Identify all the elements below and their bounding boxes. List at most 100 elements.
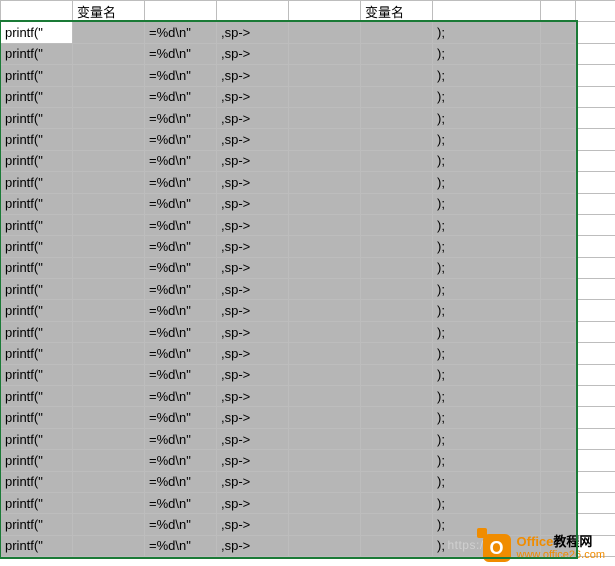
cell[interactable]: printf(" bbox=[1, 514, 73, 535]
cell[interactable]: ); bbox=[433, 386, 541, 407]
cell[interactable] bbox=[361, 407, 433, 428]
cell[interactable]: ); bbox=[433, 450, 541, 471]
cell[interactable]: =%d\n" bbox=[145, 428, 217, 449]
cell[interactable] bbox=[289, 236, 361, 257]
cell[interactable]: ); bbox=[433, 236, 541, 257]
cell[interactable]: =%d\n" bbox=[145, 107, 217, 128]
cell[interactable]: printf(" bbox=[1, 193, 73, 214]
cell[interactable] bbox=[541, 492, 576, 513]
cell[interactable] bbox=[73, 193, 145, 214]
cell[interactable] bbox=[576, 321, 615, 342]
cell[interactable]: ,sp-> bbox=[217, 450, 289, 471]
cell[interactable]: printf(" bbox=[1, 492, 73, 513]
cell[interactable]: =%d\n" bbox=[145, 236, 217, 257]
cell[interactable]: =%d\n" bbox=[145, 65, 217, 86]
cell[interactable] bbox=[576, 65, 615, 86]
cell[interactable] bbox=[289, 471, 361, 492]
cell[interactable] bbox=[73, 279, 145, 300]
cell[interactable] bbox=[289, 428, 361, 449]
cell[interactable] bbox=[73, 343, 145, 364]
header-varname-1[interactable]: 变量名 bbox=[73, 1, 145, 22]
cell[interactable]: ,sp-> bbox=[217, 214, 289, 235]
cell[interactable] bbox=[361, 535, 433, 556]
cell[interactable]: ,sp-> bbox=[217, 279, 289, 300]
cell[interactable] bbox=[289, 193, 361, 214]
cell[interactable]: ); bbox=[433, 214, 541, 235]
cell[interactable]: ); bbox=[433, 343, 541, 364]
cell[interactable] bbox=[73, 129, 145, 150]
header-varname-2[interactable]: 变量名 bbox=[361, 1, 433, 22]
cell[interactable] bbox=[73, 450, 145, 471]
cell[interactable]: ,sp-> bbox=[217, 150, 289, 171]
cell[interactable]: ,sp-> bbox=[217, 514, 289, 535]
cell[interactable]: =%d\n" bbox=[145, 129, 217, 150]
cell[interactable] bbox=[576, 407, 615, 428]
cell[interactable] bbox=[73, 386, 145, 407]
cell[interactable]: printf(" bbox=[1, 172, 73, 193]
cell[interactable] bbox=[73, 172, 145, 193]
cell[interactable]: printf(" bbox=[1, 129, 73, 150]
cell[interactable] bbox=[576, 428, 615, 449]
cell[interactable] bbox=[73, 22, 145, 43]
cell[interactable] bbox=[361, 129, 433, 150]
cell[interactable]: ,sp-> bbox=[217, 65, 289, 86]
cell[interactable] bbox=[361, 236, 433, 257]
cell[interactable]: printf(" bbox=[1, 386, 73, 407]
cell[interactable] bbox=[289, 43, 361, 64]
cell[interactable] bbox=[541, 321, 576, 342]
cell[interactable] bbox=[541, 471, 576, 492]
cell[interactable]: ,sp-> bbox=[217, 193, 289, 214]
cell[interactable] bbox=[361, 150, 433, 171]
cell[interactable] bbox=[576, 386, 615, 407]
cell[interactable]: printf(" bbox=[1, 471, 73, 492]
cell[interactable]: ); bbox=[433, 193, 541, 214]
cell[interactable]: ); bbox=[433, 172, 541, 193]
cell[interactable] bbox=[73, 428, 145, 449]
cell[interactable]: =%d\n" bbox=[145, 450, 217, 471]
cell[interactable]: ); bbox=[433, 150, 541, 171]
cell[interactable]: =%d\n" bbox=[145, 514, 217, 535]
cell[interactable] bbox=[576, 129, 615, 150]
cell[interactable] bbox=[541, 428, 576, 449]
cell[interactable] bbox=[541, 236, 576, 257]
cell[interactable] bbox=[361, 257, 433, 278]
cell[interactable] bbox=[541, 107, 576, 128]
cell[interactable] bbox=[541, 386, 576, 407]
cell[interactable]: ); bbox=[433, 407, 541, 428]
cell[interactable]: ,sp-> bbox=[217, 172, 289, 193]
cell[interactable]: printf(" bbox=[1, 407, 73, 428]
cell[interactable]: ); bbox=[433, 279, 541, 300]
cell[interactable] bbox=[541, 150, 576, 171]
cell[interactable] bbox=[576, 214, 615, 235]
cell[interactable]: ,sp-> bbox=[217, 321, 289, 342]
cell[interactable]: ); bbox=[433, 492, 541, 513]
spreadsheet-grid[interactable]: 变量名变量名printf("=%d\n",sp->);printf("=%d\n… bbox=[0, 0, 615, 557]
cell[interactable]: =%d\n" bbox=[145, 492, 217, 513]
cell[interactable]: ,sp-> bbox=[217, 428, 289, 449]
cell[interactable]: =%d\n" bbox=[145, 407, 217, 428]
cell[interactable]: ,sp-> bbox=[217, 471, 289, 492]
cell[interactable] bbox=[289, 407, 361, 428]
cell[interactable] bbox=[576, 300, 615, 321]
cell[interactable] bbox=[361, 107, 433, 128]
cell[interactable] bbox=[361, 492, 433, 513]
header-blank[interactable] bbox=[145, 1, 217, 22]
cell[interactable]: =%d\n" bbox=[145, 279, 217, 300]
cell[interactable]: ); bbox=[433, 321, 541, 342]
cell[interactable]: ); bbox=[433, 65, 541, 86]
cell[interactable] bbox=[576, 193, 615, 214]
cell[interactable]: ,sp-> bbox=[217, 492, 289, 513]
cell[interactable]: ,sp-> bbox=[217, 129, 289, 150]
cell[interactable] bbox=[541, 407, 576, 428]
cell[interactable]: ); bbox=[433, 364, 541, 385]
cell[interactable]: ); bbox=[433, 22, 541, 43]
cell[interactable] bbox=[361, 65, 433, 86]
cell[interactable]: ); bbox=[433, 43, 541, 64]
cell[interactable]: =%d\n" bbox=[145, 214, 217, 235]
cell[interactable] bbox=[361, 343, 433, 364]
cell[interactable] bbox=[361, 300, 433, 321]
cell[interactable] bbox=[361, 214, 433, 235]
cell[interactable] bbox=[361, 22, 433, 43]
cell[interactable] bbox=[361, 172, 433, 193]
cell[interactable]: ,sp-> bbox=[217, 364, 289, 385]
